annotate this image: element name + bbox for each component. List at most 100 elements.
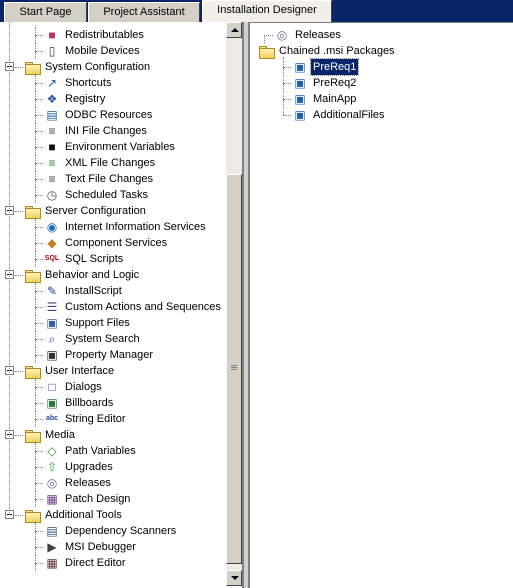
dialog-icon: □	[48, 380, 56, 394]
tree-line	[35, 451, 43, 452]
tree-line	[35, 475, 36, 491]
text-file-icon: ≡	[48, 172, 56, 186]
tree-line	[35, 171, 36, 187]
tree-line	[35, 531, 43, 532]
folder-icon	[24, 427, 41, 443]
tree-line	[35, 195, 43, 196]
tree-line	[35, 75, 36, 91]
tree-line	[35, 219, 36, 235]
tree-line	[9, 22, 10, 515]
tree-line	[15, 67, 23, 68]
tree-line	[35, 467, 43, 468]
tree-item-label: System Configuration	[45, 61, 151, 73]
tree-item-label: Releases	[295, 29, 341, 41]
tree-line	[35, 187, 36, 203]
tab-installation-designer[interactable]: Installation Designer	[202, 0, 332, 22]
tree-line	[35, 411, 36, 427]
tree-line	[15, 275, 23, 276]
tree-line	[35, 163, 43, 164]
tree-line	[35, 51, 43, 52]
tree-item-label: MSI Debugger	[65, 541, 136, 553]
scroll-thumb[interactable]	[226, 174, 242, 564]
folder-icon	[24, 59, 41, 75]
tree-item-label: Property Manager	[65, 349, 154, 361]
ini-file-icon: ≡	[48, 124, 56, 138]
tree-scrollbar[interactable]	[226, 22, 242, 586]
tree-line	[35, 491, 36, 507]
folder-icon	[24, 507, 41, 523]
tab-label: Start Page	[19, 6, 72, 18]
tree-line	[35, 539, 36, 555]
tree-item-label: Component Services	[65, 237, 168, 249]
path-variables-icon: ◇	[47, 444, 57, 458]
tree-line	[35, 307, 43, 308]
tree-line	[35, 379, 36, 395]
tree-line	[15, 371, 23, 372]
tree-line	[35, 139, 36, 155]
tree-line	[35, 259, 43, 260]
tree-item-label: InstallScript	[65, 285, 122, 297]
tree-item-label: Custom Actions and Sequences	[65, 301, 221, 313]
chevron-down-icon	[231, 576, 239, 580]
tree-line	[35, 347, 36, 363]
tree-item-label: Releases	[65, 477, 111, 489]
tree-item-label: Dialogs	[65, 381, 102, 393]
database-icon: ▤	[46, 108, 58, 122]
tree-item-label: Direct Editor	[65, 557, 126, 569]
tab-strip: Start Page Project Assistant Installatio…	[0, 0, 513, 22]
tree-item-label: Mobile Devices	[65, 45, 140, 57]
tree-line	[35, 99, 43, 100]
tree-line	[35, 483, 43, 484]
tab-project-assistant[interactable]: Project Assistant	[88, 2, 200, 22]
tree-item-label: Additional Tools	[45, 509, 122, 521]
dependency-scanner-icon: ▤	[46, 524, 58, 538]
grip-line	[231, 369, 237, 370]
tree-line	[35, 387, 43, 388]
tree-item-label: Patch Design	[65, 493, 131, 505]
scroll-down-button[interactable]	[226, 570, 242, 586]
msi-package-icon: ▣	[294, 76, 306, 90]
table-editor-icon: ▦	[46, 556, 58, 570]
tree-item-label: Internet Information Services	[65, 221, 206, 233]
custom-actions-icon: ☰	[46, 300, 58, 314]
tab-start-page[interactable]: Start Page	[4, 2, 87, 22]
tree-line	[35, 443, 36, 459]
tree-line	[35, 235, 36, 251]
tree-line	[35, 107, 36, 123]
tree-line	[35, 563, 43, 564]
tree-line	[264, 35, 273, 36]
tree-line	[35, 315, 36, 331]
tree-line	[35, 243, 43, 244]
tree-line	[35, 115, 43, 116]
tree-line	[35, 523, 36, 539]
tree-item-label: PreReq2	[313, 77, 357, 89]
xml-file-icon: ≡	[48, 156, 56, 170]
release-cd-icon: ◎	[46, 476, 58, 490]
grip-line	[231, 367, 237, 368]
tree-line	[35, 395, 36, 411]
release-cd-icon: ◎	[276, 28, 288, 42]
tree-line	[35, 83, 43, 84]
tree-item-label: INI File Changes	[65, 125, 147, 137]
tree-line	[35, 251, 36, 267]
tree-line	[15, 211, 23, 212]
tree-item-label: MainApp	[313, 93, 357, 105]
string-editor-icon: abc	[45, 415, 59, 422]
chevron-up-icon	[231, 28, 239, 32]
tree-line	[35, 179, 43, 180]
tree-item-label: Media	[45, 429, 75, 441]
scroll-up-button[interactable]	[226, 22, 242, 38]
tree-item-label: PreReq1	[309, 58, 360, 76]
tree-item-label: Redistributables	[65, 29, 144, 41]
tree-item-label: Upgrades	[65, 461, 113, 473]
tree-line	[35, 419, 43, 420]
redistributables-icon: ■	[48, 28, 56, 42]
tree-line	[35, 227, 43, 228]
tree-item-label: Dependency Scanners	[65, 525, 177, 537]
debugger-icon: ▶	[47, 540, 57, 554]
tree-line	[35, 35, 43, 36]
registry-icon: ❖	[46, 92, 58, 106]
tree-item-label: Environment Variables	[65, 141, 175, 153]
tree-item-label: String Editor	[65, 413, 126, 425]
folder-icon	[24, 363, 41, 379]
